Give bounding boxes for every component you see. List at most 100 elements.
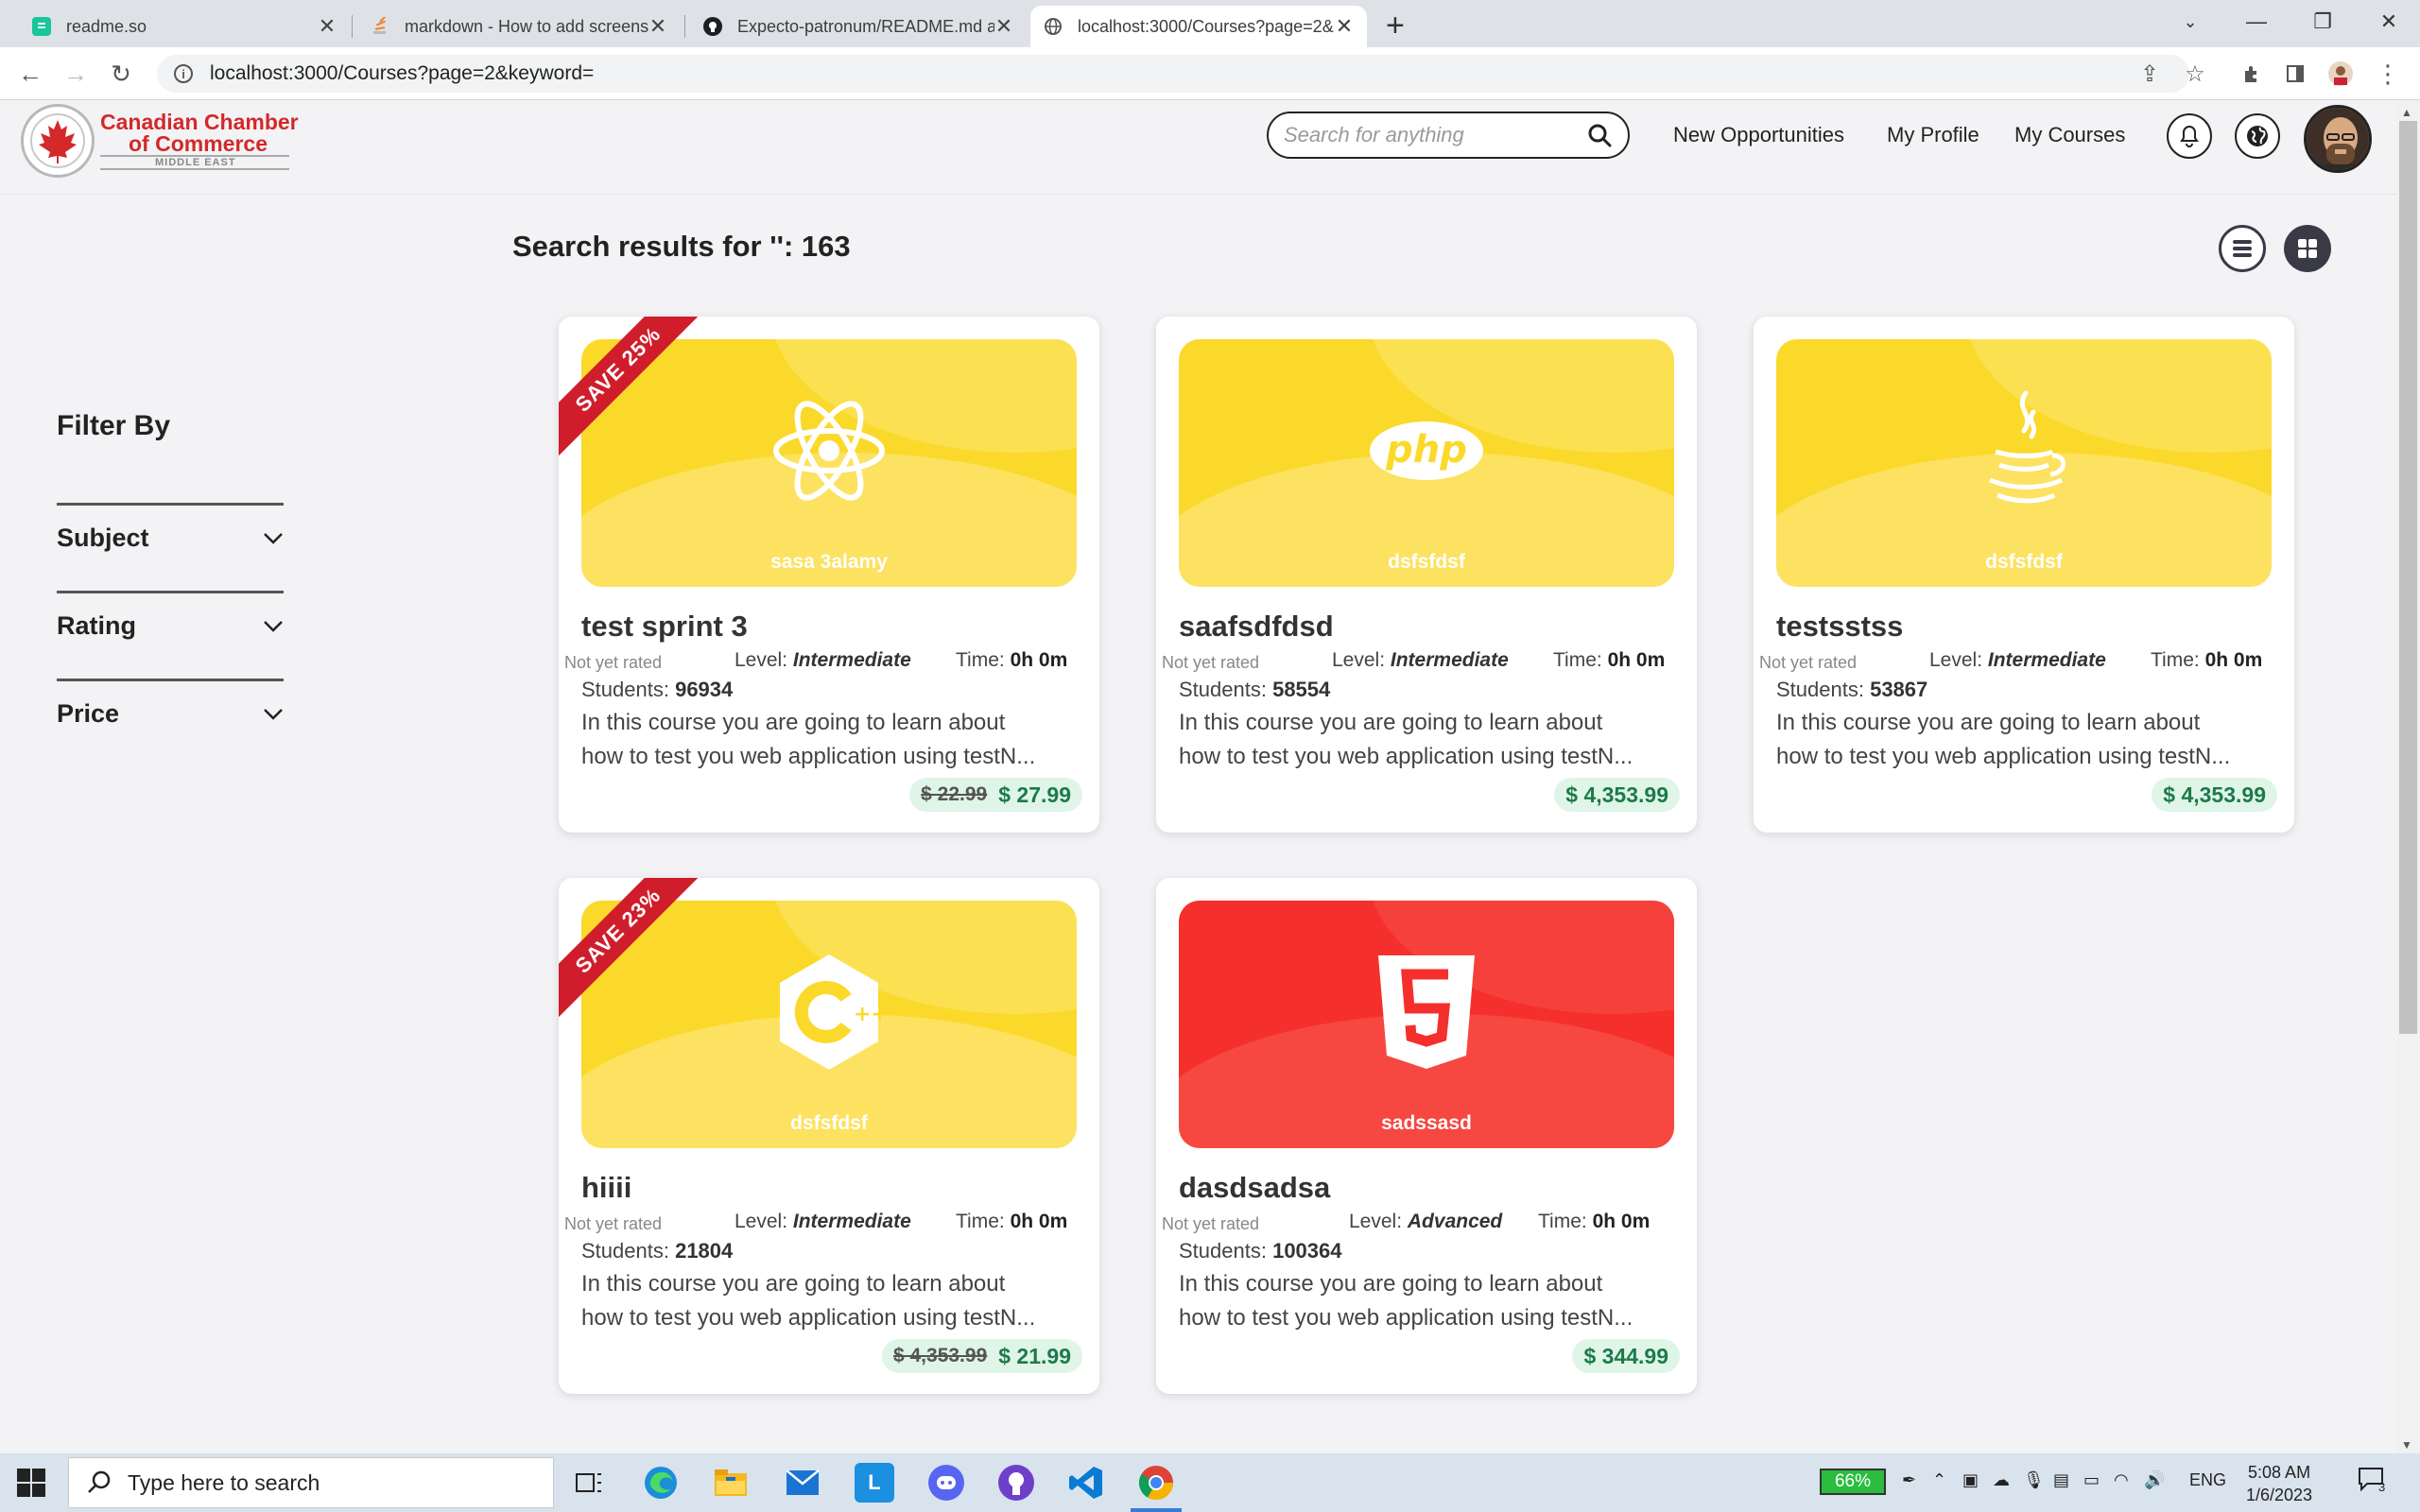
course-level: Level: Intermediate bbox=[1929, 649, 2106, 672]
battery-indicator[interactable]: 66% bbox=[1820, 1469, 1886, 1495]
filter-title: Filter By bbox=[57, 410, 171, 441]
windows-start-icon[interactable] bbox=[17, 1469, 45, 1502]
browser-tab[interactable]: Expecto-patronum/README.md at ✕ bbox=[690, 6, 1027, 47]
students-label: Students: bbox=[581, 1239, 669, 1263]
screen-capture-icon[interactable]: ▤ bbox=[2053, 1470, 2069, 1490]
file-explorer-icon[interactable] bbox=[711, 1463, 751, 1503]
course-card[interactable]: php dsfsfdsf saafsdfdsd Not yet rated Le… bbox=[1156, 317, 1697, 833]
back-icon[interactable]: ← bbox=[11, 55, 49, 93]
price-badge: $ 4,353.99 bbox=[2152, 778, 2277, 812]
course-title[interactable]: dasdsadsa bbox=[1179, 1171, 1330, 1205]
course-students: Students: 21804 bbox=[581, 1239, 733, 1263]
current-price: $ 21.99 bbox=[998, 1343, 1071, 1368]
course-card[interactable]: sadssasd dasdsadsa Not yet rated Level: … bbox=[1156, 878, 1697, 1394]
browser-tabstrip: readme.so ✕ markdown - How to add screen… bbox=[0, 0, 2420, 47]
close-tab-icon[interactable]: ✕ bbox=[648, 14, 667, 39]
price-badge: $ 4,353.99 $ 21.99 bbox=[881, 1339, 1082, 1373]
scrollbar-thumb[interactable] bbox=[2399, 121, 2417, 1034]
course-title[interactable]: saafsdfdsd bbox=[1179, 610, 1334, 644]
battery-tray-icon[interactable]: ▭ bbox=[2083, 1470, 2100, 1490]
grid-view-button[interactable] bbox=[2284, 225, 2331, 272]
browser-tab[interactable]: readme.so ✕ bbox=[19, 6, 350, 47]
course-title[interactable]: test sprint 3 bbox=[581, 610, 748, 644]
taskbar-clock[interactable]: 5:08 AM 1/6/2023 bbox=[2246, 1461, 2312, 1506]
search-input[interactable]: Search for anything bbox=[1267, 112, 1630, 159]
language-indicator[interactable]: ENG bbox=[2189, 1470, 2226, 1490]
course-title[interactable]: testsstss bbox=[1776, 610, 1903, 644]
course-card[interactable]: ++ dsfsfdsf SAVE 23% hiiii Not yet rated… bbox=[559, 878, 1099, 1394]
filter-rating[interactable]: Rating bbox=[57, 591, 284, 655]
nav-my-courses[interactable]: My Courses bbox=[2014, 123, 2125, 147]
logo-line3: MIDDLE EAST bbox=[100, 155, 289, 170]
windows-taskbar: Type here to search L 66% ✒ ⌃ ▣ ☁ 🎙 ▤ ▭ … bbox=[0, 1453, 2420, 1512]
lens-app-icon[interactable]: L bbox=[855, 1463, 894, 1503]
scroll-up-arrow-icon[interactable]: ▲ bbox=[2401, 106, 2412, 119]
mail-icon[interactable] bbox=[783, 1463, 822, 1503]
students-value: 96934 bbox=[675, 678, 734, 701]
extensions-icon[interactable] bbox=[2237, 59, 2267, 89]
language-globe-icon[interactable] bbox=[2235, 113, 2280, 159]
volume-icon[interactable]: 🔊 bbox=[2144, 1470, 2165, 1490]
course-time: Time: 0h 0m bbox=[2151, 649, 2262, 672]
bookmark-star-icon[interactable]: ☆ bbox=[2180, 59, 2210, 89]
rating-text: Not yet rated bbox=[1162, 653, 1260, 672]
pen-icon[interactable]: ✒ bbox=[1902, 1470, 1916, 1490]
chrome-icon[interactable] bbox=[1136, 1463, 1176, 1503]
edge-icon[interactable] bbox=[641, 1463, 681, 1503]
course-card[interactable]: sasa 3alamy SAVE 25% test sprint 3 Not y… bbox=[559, 317, 1099, 833]
close-window-icon[interactable]: ✕ bbox=[2356, 0, 2420, 43]
scroll-down-arrow-icon[interactable]: ▼ bbox=[2401, 1438, 2412, 1452]
vscode-icon[interactable] bbox=[1066, 1463, 1106, 1503]
user-avatar[interactable] bbox=[2304, 105, 2372, 173]
url-text: localhost:3000/Courses?page=2&keyword= bbox=[210, 62, 595, 84]
cancham-logo[interactable]: Canadian Chamber of Commerce MIDDLE EAST bbox=[21, 104, 299, 178]
level-label: Level: bbox=[1929, 649, 1983, 671]
site-info-icon[interactable]: i bbox=[174, 64, 193, 83]
profile-avatar-icon[interactable] bbox=[2325, 59, 2356, 89]
wifi-icon[interactable]: ◠ bbox=[2114, 1470, 2129, 1490]
tab-title: localhost:3000/Courses?page=2& bbox=[1078, 16, 1334, 36]
minimize-icon[interactable]: — bbox=[2223, 0, 2290, 43]
side-panel-icon[interactable] bbox=[2280, 59, 2310, 89]
tab-search-icon[interactable]: ⌄ bbox=[2157, 0, 2223, 43]
meet-now-icon[interactable]: ▣ bbox=[1962, 1470, 1979, 1490]
html5-icon bbox=[1378, 955, 1475, 1069]
close-tab-icon[interactable]: ✕ bbox=[1335, 14, 1354, 39]
task-view-icon[interactable] bbox=[569, 1463, 609, 1503]
search-icon[interactable] bbox=[1586, 122, 1613, 148]
new-tab-icon[interactable]: + bbox=[1386, 8, 1405, 44]
share-icon[interactable]: ⇪ bbox=[2135, 59, 2165, 89]
forward-icon[interactable]: → bbox=[57, 55, 95, 93]
github-desktop-icon[interactable] bbox=[996, 1463, 1036, 1503]
onedrive-cloud-icon[interactable]: ☁ bbox=[1993, 1470, 2010, 1490]
filter-subject[interactable]: Subject bbox=[57, 503, 284, 567]
filter-price[interactable]: Price bbox=[57, 679, 284, 743]
clock-date: 1/6/2023 bbox=[2246, 1486, 2313, 1504]
discord-icon[interactable] bbox=[926, 1463, 966, 1503]
close-tab-icon[interactable]: ✕ bbox=[318, 14, 337, 39]
chrome-menu-icon[interactable]: ⋮ bbox=[2373, 59, 2403, 89]
course-card[interactable]: dsfsfdsf testsstss Not yet rated Level: … bbox=[1754, 317, 2294, 833]
list-view-button[interactable] bbox=[2219, 225, 2266, 272]
microphone-icon[interactable]: 🎙 bbox=[2023, 1470, 2045, 1490]
svg-text:++: ++ bbox=[854, 1003, 886, 1026]
nav-new-opportunities[interactable]: New Opportunities bbox=[1673, 123, 1844, 147]
search-placeholder: Search for anything bbox=[1284, 123, 1464, 146]
chevron-down-icon bbox=[264, 620, 283, 632]
reload-icon[interactable]: ↻ bbox=[102, 55, 140, 93]
notifications-bell-icon[interactable] bbox=[2167, 113, 2212, 159]
notifications-center-icon[interactable]: 3 bbox=[2358, 1467, 2385, 1496]
close-tab-icon[interactable]: ✕ bbox=[994, 14, 1013, 39]
taskbar-search-input[interactable]: Type here to search bbox=[68, 1457, 554, 1508]
course-title[interactable]: hiiii bbox=[581, 1171, 631, 1205]
show-hidden-icons-chevron-icon[interactable]: ⌃ bbox=[1932, 1470, 1946, 1490]
browser-tab[interactable]: markdown - How to add screensho ✕ bbox=[357, 6, 681, 47]
logo-line1: Canadian Chamber bbox=[100, 110, 299, 134]
browser-tab-active[interactable]: localhost:3000/Courses?page=2& ✕ bbox=[1030, 6, 1367, 47]
course-banner: sasa 3alamy bbox=[581, 339, 1077, 587]
github-favicon bbox=[703, 17, 722, 36]
restore-icon[interactable]: ❐ bbox=[2290, 0, 2356, 43]
price-badge: $ 4,353.99 bbox=[1554, 778, 1680, 812]
nav-my-profile[interactable]: My Profile bbox=[1887, 123, 1979, 147]
url-input[interactable]: i localhost:3000/Courses?page=2&keyword= bbox=[157, 55, 2189, 93]
